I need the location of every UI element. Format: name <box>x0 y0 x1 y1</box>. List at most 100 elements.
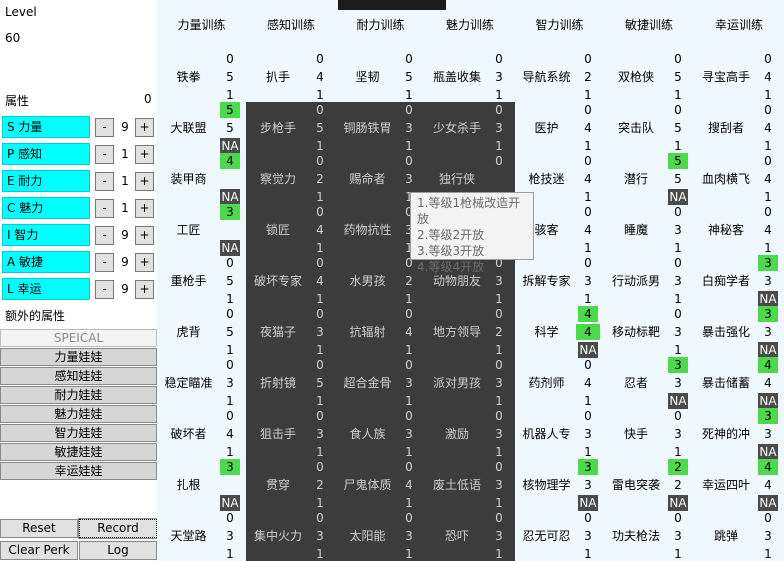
bobblehead-button[interactable]: 魅力娃娃 <box>0 405 157 423</box>
perk-name[interactable]: 激励 <box>427 426 487 442</box>
perk-current-rank[interactable]: 4 <box>576 375 600 391</box>
perk-current-rank[interactable]: 5 <box>218 69 242 85</box>
perk-name[interactable]: 食人族 <box>338 426 397 442</box>
perk-name[interactable]: 步枪手 <box>248 120 308 136</box>
perk-name[interactable]: 双枪侠 <box>606 69 666 85</box>
perk-current-rank[interactable]: 3 <box>576 477 600 493</box>
perk-current-rank[interactable] <box>487 171 511 187</box>
tab-5[interactable]: 智力训练 <box>515 0 604 50</box>
perk-name[interactable]: 动物朋友 <box>427 273 487 289</box>
tab-6[interactable]: 敏捷训练 <box>604 0 694 50</box>
perk-name[interactable]: 功夫枪法 <box>606 528 666 544</box>
perk-current-rank[interactable]: 3 <box>487 426 511 442</box>
perk-current-rank[interactable]: 4 <box>756 222 780 238</box>
perk-current-rank[interactable]: 3 <box>576 273 600 289</box>
perk-current-rank[interactable] <box>218 222 242 238</box>
perk-name[interactable]: 装甲商 <box>159 171 218 187</box>
perk-name[interactable]: 快手 <box>606 426 666 442</box>
perk-name[interactable]: 天堂路 <box>159 528 218 544</box>
stat-decrease-button[interactable]: - <box>95 199 114 218</box>
perk-name[interactable]: 白痴学者 <box>696 273 756 289</box>
perk-current-rank[interactable]: 5 <box>666 171 690 187</box>
perk-name[interactable]: 锁匠 <box>248 222 308 238</box>
perk-current-rank[interactable]: 3 <box>756 528 780 544</box>
perk-current-rank[interactable]: 4 <box>756 477 780 493</box>
perk-current-rank[interactable]: 3 <box>666 222 690 238</box>
perk-name[interactable]: 幸运四叶 <box>696 477 756 493</box>
perk-current-rank[interactable]: 4 <box>397 324 421 340</box>
perk-name[interactable]: 贯穿 <box>248 477 308 493</box>
perk-name[interactable]: 拆解专家 <box>517 273 576 289</box>
perk-current-rank[interactable]: 4 <box>756 171 780 187</box>
perk-name[interactable]: 地方领导 <box>427 324 487 340</box>
perk-name[interactable]: 破坏专家 <box>248 273 308 289</box>
perk-name[interactable]: 大联盟 <box>159 120 218 136</box>
perk-name[interactable]: 枪技迷 <box>517 171 576 187</box>
perk-name[interactable]: 集中火力 <box>248 528 308 544</box>
perk-current-rank[interactable]: 4 <box>756 120 780 136</box>
stat-decrease-button[interactable]: - <box>95 253 114 272</box>
perk-current-rank[interactable]: 5 <box>666 69 690 85</box>
perk-name[interactable]: 瓶盖收集 <box>427 69 487 85</box>
perk-name[interactable]: 扎根 <box>159 477 218 493</box>
perk-name[interactable]: 忍无可忍 <box>517 528 576 544</box>
perk-name[interactable]: 忍者 <box>606 375 666 391</box>
perk-name[interactable]: 行动派男 <box>606 273 666 289</box>
perk-name[interactable]: 扒手 <box>248 69 308 85</box>
perk-name[interactable]: 医护 <box>517 120 576 136</box>
perk-current-rank[interactable]: 3 <box>756 426 780 442</box>
stat-decrease-button[interactable]: - <box>95 145 114 164</box>
perk-current-rank[interactable]: 3 <box>308 528 332 544</box>
perk-current-rank[interactable]: 4 <box>756 69 780 85</box>
perk-current-rank[interactable]: 2 <box>487 324 511 340</box>
perk-name[interactable]: 铜肠铁胃 <box>338 120 397 136</box>
perk-current-rank[interactable]: 4 <box>576 171 600 187</box>
perk-current-rank[interactable]: 2 <box>576 69 600 85</box>
perk-current-rank[interactable]: 5 <box>308 375 332 391</box>
perk-name[interactable]: 少女杀手 <box>427 120 487 136</box>
stat-increase-button[interactable]: + <box>135 280 154 299</box>
perk-current-rank[interactable]: 3 <box>666 426 690 442</box>
perk-name[interactable]: 药剂师 <box>517 375 576 391</box>
perk-current-rank[interactable]: 3 <box>487 120 511 136</box>
perk-current-rank[interactable]: 3 <box>666 528 690 544</box>
perk-current-rank[interactable] <box>218 477 242 493</box>
perk-current-rank[interactable]: 3 <box>756 324 780 340</box>
perk-current-rank[interactable]: 3 <box>397 528 421 544</box>
perk-current-rank[interactable]: 3 <box>487 69 511 85</box>
stat-increase-button[interactable]: + <box>135 253 154 272</box>
reset-button[interactable]: Reset <box>0 519 78 538</box>
level-value[interactable]: 60 <box>5 31 20 45</box>
perk-current-rank[interactable]: 5 <box>397 69 421 85</box>
perk-current-rank[interactable]: 4 <box>308 69 332 85</box>
perk-name[interactable]: 暴击强化 <box>696 324 756 340</box>
perk-name[interactable]: 药物抗性 <box>338 222 397 238</box>
perk-name[interactable]: 水男孩 <box>338 273 397 289</box>
perk-name[interactable]: 机器人专 <box>517 426 576 442</box>
perk-name[interactable]: 重枪手 <box>159 273 218 289</box>
perk-name[interactable]: 虎背 <box>159 324 218 340</box>
perk-current-rank[interactable]: 3 <box>666 375 690 391</box>
perk-current-rank[interactable]: 3 <box>666 324 690 340</box>
perk-name[interactable]: 寻宝高手 <box>696 69 756 85</box>
perk-current-rank[interactable]: 2 <box>308 171 332 187</box>
perk-current-rank[interactable]: 4 <box>756 375 780 391</box>
perk-current-rank[interactable]: 3 <box>487 477 511 493</box>
perk-current-rank[interactable]: 4 <box>576 222 600 238</box>
perk-current-rank[interactable]: 4 <box>308 222 332 238</box>
perk-name[interactable]: 独行侠 <box>427 171 487 187</box>
perk-current-rank[interactable]: 3 <box>218 528 242 544</box>
stat-decrease-button[interactable]: - <box>95 118 114 137</box>
perk-current-rank[interactable]: 2 <box>308 477 332 493</box>
perk-current-rank[interactable]: 4 <box>218 426 242 442</box>
scrollbar-thumb[interactable] <box>338 0 446 10</box>
perk-name[interactable]: 太阳能 <box>338 528 397 544</box>
bobblehead-button[interactable]: 敏捷娃娃 <box>0 443 157 461</box>
perk-current-rank[interactable]: 3 <box>487 273 511 289</box>
perk-current-rank[interactable]: 3 <box>576 528 600 544</box>
perk-name[interactable]: 抗辐射 <box>338 324 397 340</box>
perk-current-rank[interactable]: 3 <box>308 426 332 442</box>
stat-increase-button[interactable]: + <box>135 118 154 137</box>
perk-current-rank[interactable] <box>218 171 242 187</box>
clear-perk-button[interactable]: Clear Perk <box>0 541 78 560</box>
